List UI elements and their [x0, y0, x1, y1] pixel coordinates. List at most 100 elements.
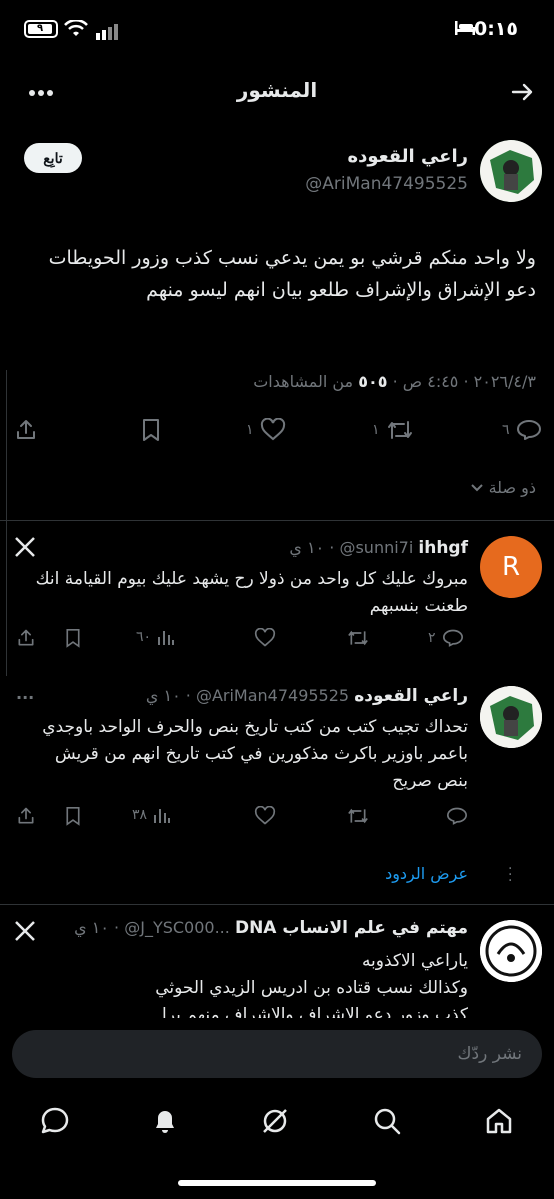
reply-input[interactable]	[12, 1030, 542, 1078]
reply-author-name[interactable]: راعي القعوده	[354, 686, 468, 706]
back-arrow-icon[interactable]	[510, 80, 534, 108]
author-avatar[interactable]	[480, 140, 542, 202]
thread-line	[6, 370, 7, 676]
sleep-focus-icon	[455, 21, 475, 35]
share-button[interactable]	[16, 628, 36, 648]
views-count: ٣٨	[132, 807, 148, 823]
tweet-text: ولا واحد منكم قرشي بو يمن يدعي نسب كذب و…	[48, 247, 536, 301]
reply-header: ihhgf @sunni7i · ١٠ ي	[289, 538, 468, 558]
notifications-bell-icon[interactable]	[150, 1106, 180, 1136]
reply-avatar[interactable]	[480, 686, 542, 748]
reply-author-name[interactable]: ihhgf	[418, 538, 468, 558]
bookmark-button[interactable]	[64, 628, 82, 648]
wifi-icon	[64, 20, 88, 36]
reply-composer[interactable]	[12, 1030, 542, 1078]
reply-text: ياراعي الاكذوبه وكذالك نسب قتاده بن ادري…	[28, 948, 468, 1018]
reply-header: راعي القعوده @AriMan47495525 · ١٠ ي	[145, 686, 468, 706]
reply-time: ١٠ ي	[289, 538, 325, 557]
bookmark-icon	[66, 807, 80, 826]
share-icon	[18, 629, 34, 646]
views-count: ٦٠	[136, 629, 152, 645]
views-button[interactable]: ٣٨	[132, 806, 171, 824]
share-button[interactable]	[16, 806, 36, 826]
views-chart-icon	[154, 809, 171, 823]
reply-text-line: وكذالك نسب قتاده بن ادريس الزيدي الحوثي	[155, 978, 468, 998]
views-count: ٥٠٥	[358, 372, 388, 391]
page-title: المنشور	[236, 78, 318, 102]
reply-text-line: ياراعي الاكذوبه	[361, 951, 468, 971]
bookmark-button[interactable]	[140, 418, 162, 442]
reply-count: ٢	[428, 630, 436, 646]
reply-text: تحداك تجيب كتب من كتب تاريخ بنص والحرف ا…	[42, 717, 468, 791]
reply-author-handle[interactable]: @J_YSC000...	[124, 918, 230, 937]
like-button[interactable]: ١	[246, 418, 286, 442]
reply-author-name[interactable]: مهتم في علم الانساب DNA	[235, 918, 468, 938]
heart-icon	[254, 806, 276, 825]
like-button[interactable]	[254, 806, 276, 826]
x-logo-icon	[15, 921, 35, 941]
repost-button[interactable]	[346, 628, 370, 648]
share-icon	[18, 807, 34, 824]
battery-level: ٩	[28, 24, 52, 34]
thread-dots: · · ·	[508, 861, 513, 889]
status-time: 0:١٥	[473, 18, 518, 40]
related-label: ذو صلة	[488, 478, 536, 497]
tweet-meta: ٢٠٢٦/٤/٣ · ٤:٤٥ ص · ٥٠٥ من المشاهدات	[253, 372, 536, 391]
reply-button[interactable]: ٦	[502, 418, 542, 442]
reply-avatar[interactable]: R	[480, 536, 542, 598]
like-count: ١	[246, 422, 254, 438]
tweet-date: ٢٠٢٦/٤/٣	[473, 372, 536, 391]
bottom-nav	[0, 1092, 554, 1152]
repost-count: ١	[372, 422, 380, 438]
repost-icon	[387, 421, 412, 439]
repost-icon	[348, 630, 368, 646]
reply-icon	[516, 420, 541, 440]
x-logo-icon	[15, 537, 35, 557]
divider	[0, 520, 554, 521]
reply-author-handle[interactable]: @AriMan47495525	[196, 686, 349, 705]
reply-header: مهتم في علم الانساب DNA @J_YSC000... · ١…	[74, 918, 468, 938]
views-label: من المشاهدات	[253, 372, 354, 391]
tweet-time: ٤:٤٥ ص	[402, 372, 459, 391]
reply-time: ١٠ ي	[74, 918, 109, 937]
reply-text: مبروك عليك كل واحد من ذولا رح يشهد عليك …	[35, 569, 468, 616]
share-button[interactable]	[14, 418, 38, 442]
messages-icon[interactable]	[40, 1106, 70, 1136]
share-icon	[17, 420, 35, 439]
bookmark-button[interactable]	[64, 806, 82, 826]
views-button[interactable]: ٦٠	[136, 628, 175, 646]
main-action-bar: ١ ١ ٦	[14, 418, 542, 446]
reply-time: ١٠ ي	[145, 686, 181, 705]
battery-icon: ٩	[24, 20, 58, 38]
repost-button[interactable]	[346, 806, 370, 826]
show-replies-link[interactable]: عرض الردود	[385, 864, 468, 883]
heart-icon	[254, 628, 276, 647]
repost-button[interactable]: ١	[372, 418, 414, 442]
reply-text-line: كذب وزور دعو الاشراف والاشراف منهم برا	[162, 1005, 468, 1018]
reply-button[interactable]: ٢	[428, 628, 464, 648]
search-icon[interactable]	[372, 1106, 402, 1136]
home-indicator	[178, 1180, 376, 1186]
reply-avatar[interactable]	[480, 920, 542, 982]
bookmark-icon	[66, 629, 80, 648]
follow-button[interactable]: تابِع	[24, 143, 82, 173]
reply-icon	[442, 629, 463, 647]
divider	[0, 904, 554, 905]
reply-button[interactable]	[446, 806, 468, 826]
grok-icon[interactable]	[260, 1106, 290, 1136]
related-section-toggle[interactable]: ذو صلة	[470, 478, 536, 497]
bookmark-icon	[143, 419, 159, 441]
author-name[interactable]: راعي القعوده	[348, 146, 469, 167]
heart-icon	[260, 418, 285, 441]
author-handle[interactable]: @AriMan47495525	[305, 174, 468, 194]
like-button[interactable]	[254, 628, 276, 648]
home-icon[interactable]	[484, 1106, 514, 1136]
reply-author-handle[interactable]: @sunni7i	[339, 538, 413, 557]
repost-icon	[348, 808, 368, 824]
views-chart-icon	[158, 631, 175, 645]
chevron-down-icon	[470, 484, 483, 492]
reply-icon	[446, 807, 468, 825]
more-options-icon[interactable]: ···	[16, 688, 34, 707]
reply-count: ٦	[502, 422, 510, 438]
signal-icon	[96, 24, 118, 40]
